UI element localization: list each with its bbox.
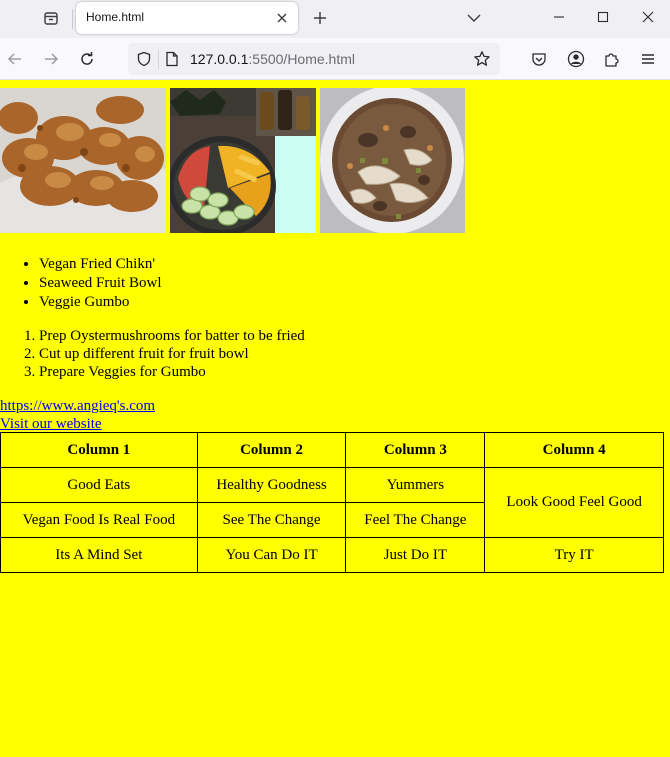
table-cell: Yummers	[345, 467, 486, 503]
content-table: Column 1 Column 2 Column 3 Column 4 Good…	[0, 432, 664, 573]
table-cell: Just Do IT	[345, 537, 486, 573]
bookmark-star-icon[interactable]	[472, 49, 492, 69]
table-cell: You Can Do IT	[196, 537, 347, 573]
table-header: Column 4	[484, 432, 664, 468]
maximize-icon[interactable]	[581, 4, 625, 30]
navigation-toolbar: 127.0.0.1:5500/Home.html	[0, 38, 670, 80]
extensions-icon[interactable]	[601, 48, 623, 70]
list-item: Prep Oystermushrooms for batter to be fr…	[39, 327, 305, 345]
table-row: Good Eats Healthy Goodness Yummers Look …	[0, 467, 664, 538]
address-bar[interactable]: 127.0.0.1:5500/Home.html	[128, 43, 500, 75]
table-cell: See The Change	[196, 502, 347, 538]
table-header: Column 2	[196, 432, 347, 468]
recipe-list: Vegan Fried Chikn' Seaweed Fruit Bowl Ve…	[39, 255, 161, 312]
tab-strip: Home.html	[0, 0, 670, 38]
close-tab-icon[interactable]	[274, 10, 290, 26]
forward-arrow-icon[interactable]	[40, 48, 62, 70]
veggie-gumbo-photo	[320, 88, 465, 233]
url-divider	[158, 49, 159, 69]
table-cell: Its A Mind Set	[0, 537, 198, 573]
table-cell: Feel The Change	[345, 502, 486, 538]
reload-icon[interactable]	[76, 48, 98, 70]
tab-list-icon[interactable]	[36, 6, 66, 30]
account-icon[interactable]	[565, 48, 587, 70]
window-close-icon[interactable]	[626, 4, 670, 30]
pocket-icon[interactable]	[528, 48, 550, 70]
table-row: Its A Mind Set You Can Do IT Just Do IT …	[0, 537, 664, 573]
visit-website-link[interactable]: Visit our website	[0, 416, 102, 433]
tab-separator	[72, 9, 73, 29]
list-item: Prepare Veggies for Gumbo	[39, 363, 305, 381]
table-cell: Healthy Goodness	[196, 467, 347, 503]
url-host: 127.0.0.1	[190, 51, 249, 67]
tab-home[interactable]: Home.html	[76, 2, 298, 34]
hamburger-menu-icon[interactable]	[637, 48, 659, 70]
list-item: Cut up different fruit for fruit bowl	[39, 345, 305, 363]
table-header-row: Column 1 Column 2 Column 3 Column 4	[0, 432, 664, 468]
fried-chicken-photo	[0, 88, 166, 233]
chevron-down-icon[interactable]	[464, 8, 484, 28]
back-arrow-icon[interactable]	[4, 48, 26, 70]
list-item: Seaweed Fruit Bowl	[39, 274, 161, 293]
url-path: :5500/Home.html	[248, 51, 355, 67]
table-header: Column 1	[0, 432, 198, 468]
minimize-icon[interactable]	[537, 4, 581, 30]
table-cell: Vegan Food Is Real Food	[0, 502, 198, 538]
new-tab-icon[interactable]	[310, 8, 330, 28]
table-cell: Look Good Feel Good	[484, 467, 664, 538]
url-text[interactable]: 127.0.0.1:5500/Home.html	[190, 51, 355, 67]
shield-icon[interactable]	[134, 49, 154, 69]
page-info-icon[interactable]	[162, 49, 182, 69]
prep-steps-list: Prep Oystermushrooms for batter to be fr…	[39, 327, 305, 381]
site-url-link[interactable]: https://www.angieq's.com	[0, 398, 155, 415]
table-header: Column 3	[345, 432, 486, 468]
table-cell: Good Eats	[0, 467, 198, 503]
table-cell: Try IT	[484, 537, 664, 573]
list-item: Veggie Gumbo	[39, 293, 161, 312]
page-content: Vegan Fried Chikn' Seaweed Fruit Bowl Ve…	[0, 80, 670, 757]
tab-title: Home.html	[86, 10, 145, 24]
seaweed-fruit-bowl-photo	[170, 88, 316, 233]
list-item: Vegan Fried Chikn'	[39, 255, 161, 274]
